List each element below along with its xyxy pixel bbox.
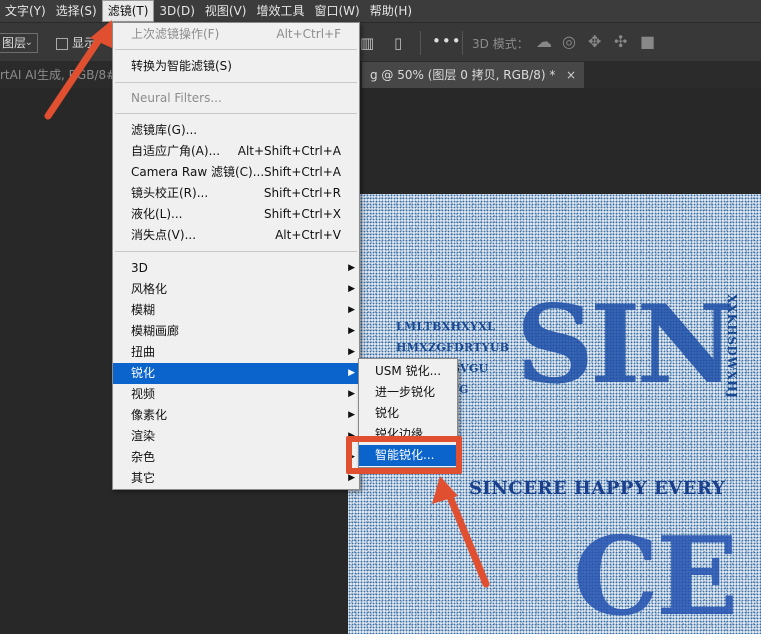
annotation-arrows	[44, 20, 490, 588]
annotation-arrow-to-filter-menu	[44, 20, 112, 120]
annotation-arrow-to-smart-sharpen	[432, 476, 490, 588]
